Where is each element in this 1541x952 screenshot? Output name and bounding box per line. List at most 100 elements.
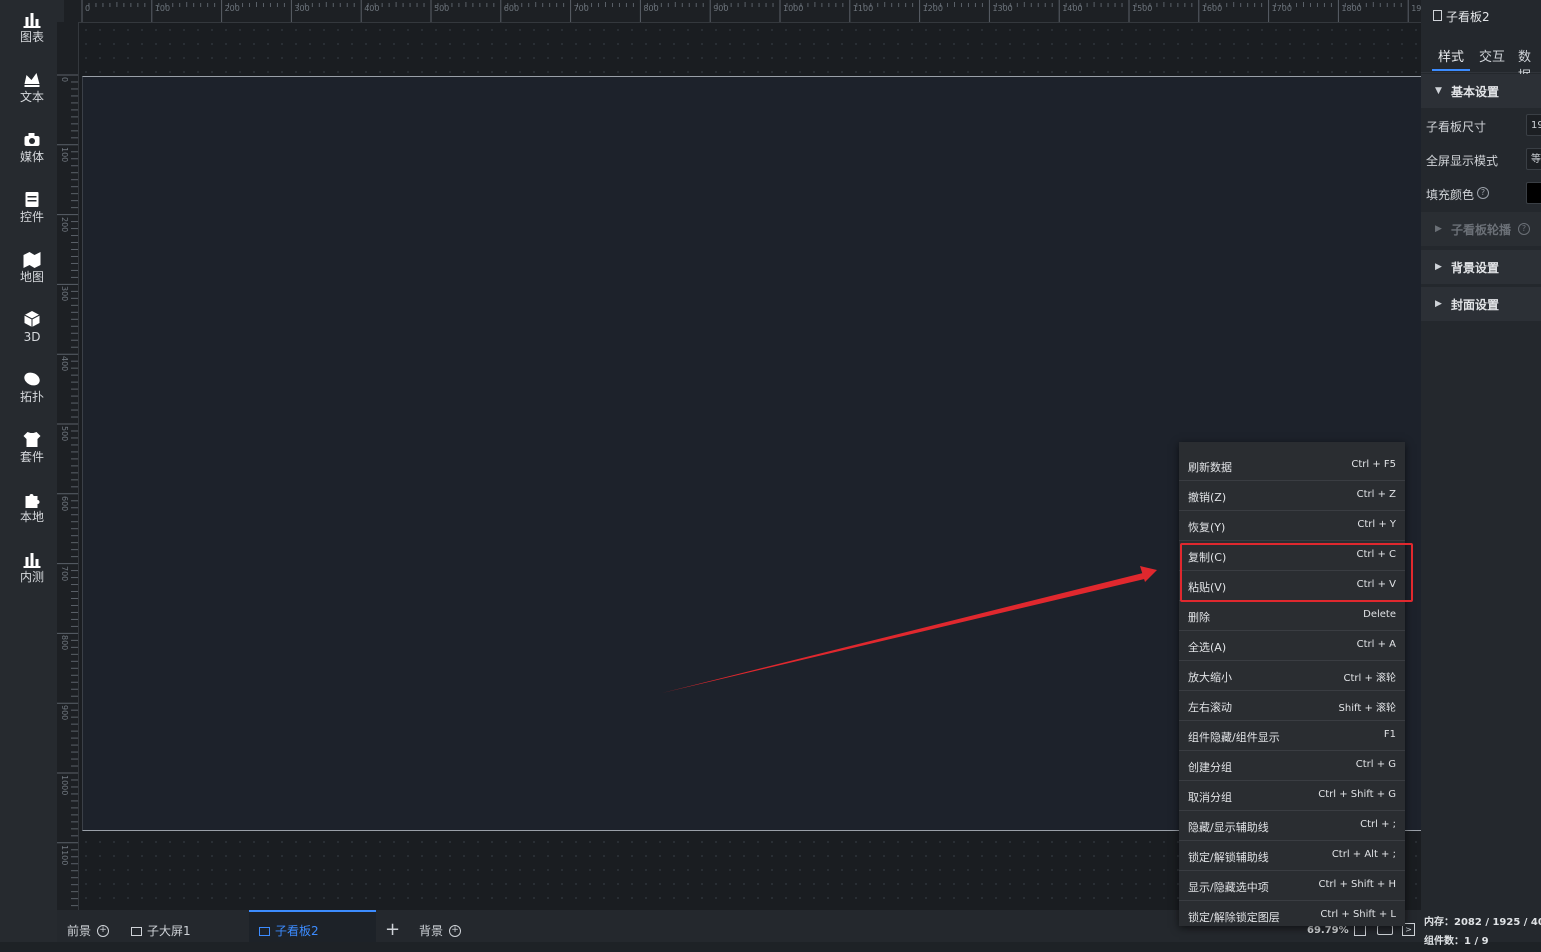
- panel-title: 子看板2: [1446, 10, 1490, 24]
- menu-item-label: 显示/隐藏选中项: [1188, 881, 1269, 894]
- menu-item[interactable]: 删除 Delete: [1179, 601, 1405, 631]
- menu-item-shortcut: Shift + 滚轮: [1338, 703, 1396, 714]
- toolbar-item-5[interactable]: 3D: [0, 300, 64, 356]
- section-cover[interactable]: ▶ 封面设置: [1421, 287, 1541, 321]
- tab-style[interactable]: 样式: [1438, 46, 1464, 65]
- ruler-left-label: 400: [60, 356, 69, 372]
- menu-item[interactable]: 创建分组 Ctrl + G: [1179, 751, 1405, 781]
- toolbar-item-2[interactable]: 媒体: [0, 120, 64, 176]
- add-circle-icon[interactable]: +: [97, 925, 110, 937]
- ruler-left-label: 0: [60, 77, 69, 83]
- menu-item-shortcut: Delete: [1363, 609, 1396, 620]
- toolbar-item-6[interactable]: 拓扑: [0, 360, 64, 416]
- fill-color-label: 填充颜色: [1426, 188, 1475, 202]
- menu-item-label: 撤销(Z): [1188, 491, 1227, 504]
- ruler-left: 0 100 200 300 400 500 600 700 800 900 1000 1100: [57, 22, 79, 910]
- ruler-left-label: 100: [60, 146, 69, 163]
- toolbar-item-4[interactable]: 地图: [0, 240, 64, 296]
- menu-item-shortcut: Ctrl + ;: [1360, 819, 1396, 830]
- camera-icon: [24, 133, 40, 146]
- menu-item[interactable]: 刷新数据 Ctrl + F5: [1179, 451, 1405, 481]
- size-input[interactable]: 19: [1526, 114, 1541, 136]
- left-toolbar: 图表文本媒体控件 地图 3D 拓扑套件本地内测: [0, 0, 64, 942]
- annotation-highlight-box: [1180, 543, 1413, 602]
- tab-sub-board-2[interactable]: 子看板2: [249, 910, 376, 942]
- ruler-top: 0 100 200 300 400 500 600 700 800 900 1000 1100 1200…: [64, 0, 1432, 23]
- menu-item-label: 锁定/解除锁定图层: [1188, 911, 1280, 924]
- menu-item[interactable]: 显示/隐藏选中项 Ctrl + Shift + H: [1179, 871, 1405, 901]
- toolbar-item-label: 媒体: [19, 150, 44, 164]
- menu-item-label: 取消分组: [1188, 791, 1232, 804]
- toolbar-item-1[interactable]: 文本: [0, 60, 64, 116]
- menu-item-shortcut: Ctrl + F5: [1351, 459, 1396, 470]
- ruler-top-label: 1400: [1062, 4, 1083, 13]
- menu-item-label: 锁定/解锁辅助线: [1188, 851, 1269, 864]
- menu-item[interactable]: 左右滚动 Shift + 滚轮: [1179, 691, 1405, 721]
- ruler-left-label: 700: [60, 565, 69, 581]
- tab-interaction[interactable]: 交互: [1479, 46, 1505, 65]
- ruler-top-label: 400: [364, 4, 380, 13]
- zoom-level[interactable]: 69.79%: [1307, 925, 1349, 936]
- topology-icon: [24, 372, 40, 386]
- menu-item[interactable]: 锁定/解锁辅助线 Ctrl + Alt + ;: [1179, 841, 1405, 871]
- puzzle-icon: [25, 494, 40, 508]
- ruler-top-label: 0: [85, 4, 91, 13]
- ruler-top-label: 1600: [1201, 4, 1223, 13]
- toolbar-item-label: 本地: [19, 510, 44, 524]
- help-icon[interactable]: ?: [1477, 187, 1489, 199]
- monitor-icon: [259, 927, 270, 936]
- foreground-tab[interactable]: 前景 +: [67, 910, 110, 942]
- caret-down-icon: ▼: [1435, 86, 1442, 96]
- tab-sub-screen-1[interactable]: 子大屏1: [131, 910, 249, 942]
- menu-item-shortcut: Ctrl + G: [1355, 759, 1396, 770]
- toolbar-item-7[interactable]: 套件: [0, 420, 64, 476]
- menu-item[interactable]: 全选(A) Ctrl + A: [1179, 631, 1405, 661]
- help-icon[interactable]: ?: [1518, 223, 1530, 235]
- toolbar-item-0[interactable]: 图表: [0, 0, 64, 56]
- menu-item-shortcut: Ctrl + Y: [1357, 519, 1396, 530]
- ruler-top-label: 100: [154, 4, 171, 13]
- menu-item[interactable]: 锁定/解除锁定图层 Ctrl + Shift + L: [1179, 901, 1405, 926]
- ruler-top-label: 200: [224, 4, 240, 13]
- menu-item[interactable]: 放大缩小 Ctrl + 滚轮: [1179, 661, 1405, 691]
- toolbar-item-3[interactable]: 控件: [0, 180, 64, 236]
- section-basic-settings[interactable]: ▼ 基本设置: [1421, 74, 1541, 108]
- caret-right-icon: ▶: [1435, 299, 1442, 309]
- ruler-top-label: 300: [294, 4, 310, 13]
- background-tab-label: 背景: [419, 924, 444, 938]
- menu-item[interactable]: 组件隐藏/组件显示 F1: [1179, 721, 1405, 751]
- menu-item-label: 创建分组: [1188, 761, 1232, 774]
- toolbar-item-label: 文本: [19, 90, 44, 104]
- ruler-top-label: 500: [434, 4, 450, 13]
- toolbar-item-8[interactable]: 本地: [0, 480, 64, 536]
- background-tab[interactable]: 背景 +: [419, 910, 462, 942]
- map-icon: [23, 252, 41, 268]
- toolbar-item-9[interactable]: 内测: [0, 540, 64, 596]
- ruler-left-label: 300: [60, 286, 69, 302]
- ruler-top-label: 600: [503, 4, 520, 13]
- caret-right-icon: ▶: [1435, 224, 1442, 234]
- size-label: 子看板尺寸: [1426, 120, 1487, 134]
- menu-item[interactable]: 恢复(Y) Ctrl + Y: [1179, 511, 1405, 541]
- keyboard-icon[interactable]: [1377, 925, 1393, 935]
- add-tab-button[interactable]: +: [385, 910, 400, 942]
- ruler-left-label: 1000: [60, 775, 69, 796]
- memory-status: 内存：2082 / 1925 / 409: [1424, 917, 1541, 928]
- beta-chart-icon: [23, 553, 41, 568]
- ruler-top-label: 1700: [1271, 4, 1292, 13]
- fill-color-swatch[interactable]: [1526, 182, 1541, 204]
- ruler-top-label: 800: [643, 4, 659, 13]
- fullscreen-select[interactable]: 等: [1526, 148, 1541, 170]
- active-tab-indicator: [1432, 69, 1470, 71]
- ruler-left-label: 900: [60, 705, 69, 721]
- menu-item[interactable]: 隐藏/显示辅助线 Ctrl + ;: [1179, 811, 1405, 841]
- menu-item[interactable]: 取消分组 Ctrl + Shift + G: [1179, 781, 1405, 811]
- menu-item[interactable]: 撤销(Z) Ctrl + Z: [1179, 481, 1405, 511]
- toolbar-item-label: 拓扑: [19, 390, 44, 404]
- menu-item-shortcut: Ctrl + Z: [1356, 489, 1396, 500]
- monitor-icon: [131, 927, 142, 936]
- add-circle-icon[interactable]: +: [449, 925, 462, 937]
- foreground-tab-label: 前景: [67, 924, 92, 938]
- section-background[interactable]: ▶ 背景设置: [1421, 250, 1541, 284]
- section-carousel[interactable]: ▶ 子看板轮播 ?: [1421, 212, 1541, 246]
